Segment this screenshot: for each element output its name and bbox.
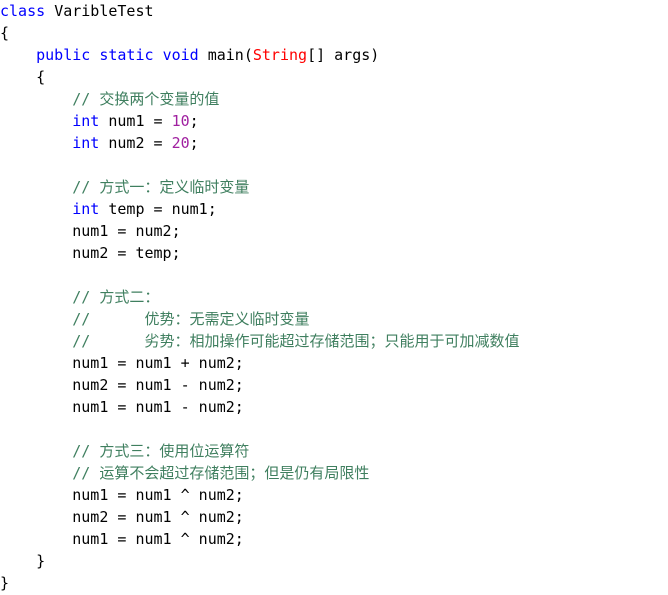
code-token-plain: num1 = num2;: [72, 222, 181, 240]
code-token-keyword: int: [72, 134, 100, 152]
code-token-plain: [] args): [307, 46, 380, 64]
code-token-number: 10: [171, 112, 190, 130]
code-token-comment: // 交换两个变量的值: [72, 90, 220, 108]
code-line: num2 = num1 ^ num2;: [0, 506, 668, 528]
code-token-number: 20: [171, 134, 190, 152]
code-line: // 运算不会超过存储范围；但是仍有局限性: [0, 462, 668, 484]
code-token-plain: ;: [189, 134, 199, 152]
code-line: int num2 = 20;: [0, 132, 668, 154]
code-line: class VaribleTest: [0, 0, 668, 22]
code-token-keyword: public: [36, 46, 91, 64]
code-line: // 方式二：: [0, 286, 668, 308]
code-token-comment: // 劣势：相加操作可能超过存储范围；只能用于可加减数值: [72, 332, 520, 350]
code-line: num2 = temp;: [0, 242, 668, 264]
code-token-comment: // 方式二：: [72, 288, 160, 306]
code-line: // 优势：无需定义临时变量: [0, 308, 668, 330]
code-line: num2 = num1 - num2;: [0, 374, 668, 396]
code-token-plain: num2 =: [99, 134, 172, 152]
code-token-keyword: class: [0, 2, 46, 20]
code-token-plain: VaribleTest: [54, 2, 154, 20]
code-line: num1 = num1 - num2;: [0, 396, 668, 418]
code-line: int temp = num1;: [0, 198, 668, 220]
code-token-plain: {: [0, 24, 10, 42]
code-token-plain: num2 = num1 ^ num2;: [72, 508, 244, 526]
code-line: // 劣势：相加操作可能超过存储范围；只能用于可加减数值: [0, 330, 668, 352]
code-token-plain: temp = num1;: [99, 200, 217, 218]
code-line: }: [0, 550, 668, 572]
code-token-comment: // 方式三：使用位运算符: [72, 442, 250, 460]
code-line: }: [0, 572, 668, 594]
code-line: num1 = num2;: [0, 220, 668, 242]
code-line: // 方式一：定义临时变量: [0, 176, 668, 198]
code-token-plain: num1 = num1 - num2;: [72, 398, 244, 416]
code-token-plain: ;: [189, 112, 199, 130]
code-line: public static void main(String[] args): [0, 44, 668, 66]
code-token-keyword: static: [99, 46, 154, 64]
code-token-keyword: int: [72, 200, 100, 218]
code-token-keyword: int: [72, 112, 100, 130]
code-listing[interactable]: class VaribleTest { public static void ma…: [0, 0, 668, 594]
code-token-plain: num1 =: [99, 112, 172, 130]
code-line: {: [0, 66, 668, 88]
code-token-keyword: void: [162, 46, 199, 64]
code-line: num1 = num1 ^ num2;: [0, 528, 668, 550]
code-token-plain: num1 = num1 + num2;: [72, 354, 244, 372]
code-token-plain: num2 = num1 - num2;: [72, 376, 244, 394]
code-line: num1 = num1 + num2;: [0, 352, 668, 374]
code-token-plain: main(: [198, 46, 253, 64]
code-token-plain: {: [36, 68, 46, 86]
code-line: // 交换两个变量的值: [0, 88, 668, 110]
code-token-plain: }: [0, 574, 10, 592]
code-token-type: String: [252, 46, 308, 64]
code-token-plain: num1 = num1 ^ num2;: [72, 530, 244, 548]
code-line: // 方式三：使用位运算符: [0, 440, 668, 462]
code-line: int num1 = 10;: [0, 110, 668, 132]
code-token-comment: // 运算不会超过存储范围；但是仍有局限性: [72, 464, 370, 482]
code-token-plain: }: [36, 552, 46, 570]
code-token-plain: num2 = temp;: [72, 244, 181, 262]
code-line: num1 = num1 ^ num2;: [0, 484, 668, 506]
code-token-plain: num1 = num1 ^ num2;: [72, 486, 244, 504]
code-token-comment: // 方式一：定义临时变量: [72, 178, 250, 196]
code-token-comment: // 优势：无需定义临时变量: [72, 310, 310, 328]
code-line: {: [0, 22, 668, 44]
